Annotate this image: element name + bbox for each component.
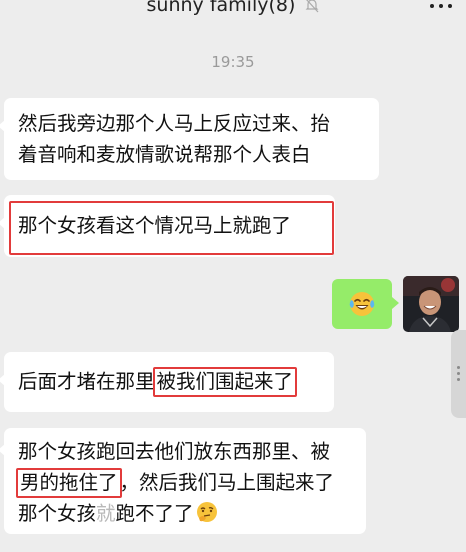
- tears-of-joy-emoji: [349, 292, 375, 316]
- avatar[interactable]: [403, 276, 459, 332]
- blurred-text: 就: [96, 502, 116, 525]
- message-text: 那个女孩: [18, 502, 97, 525]
- highlighted-text: 男的拖住了: [16, 468, 122, 498]
- chat-header: sunny family(8): [0, 0, 466, 34]
- message-text: ，然后我们马上围起来了: [119, 471, 335, 494]
- more-dots-icon[interactable]: [430, 0, 452, 12]
- chat-title: sunny family(8): [0, 0, 466, 16]
- chat-title-text: sunny family(8): [146, 0, 296, 16]
- thinking-face-emoji: [196, 502, 217, 522]
- bell-off-icon: [306, 0, 319, 12]
- message-bubble-received[interactable]: 那个女孩跑回去他们放东西那里、被 男的拖住了 ，然后我们马上围起来了 那个女孩就跑…: [0, 428, 366, 534]
- scrollbar-handle[interactable]: [451, 330, 466, 418]
- message-line: 男的拖住了 ，然后我们马上围起来了: [16, 467, 352, 498]
- message-text: 跑不了了: [115, 502, 194, 525]
- message-bubble-received[interactable]: 然后我旁边那个人马上反应过来、抬 着音响和麦放情歌说帮那个人表白: [0, 98, 379, 180]
- message-line: 着音响和麦放情歌说帮那个人表白: [18, 143, 311, 166]
- avatar-photo: [403, 276, 459, 332]
- highlighted-text: 被我们围起来了: [152, 367, 298, 397]
- message-bubble-sent[interactable]: [332, 279, 399, 329]
- message-line: 那个女孩就跑不了了: [18, 498, 352, 529]
- highlight-box: [9, 201, 334, 255]
- message-text: 后面才堵在那里: [18, 370, 155, 393]
- message-bubble-received[interactable]: 后面才堵在那里 被我们围起来了: [0, 352, 334, 412]
- message-timestamp: 19:35: [211, 53, 255, 71]
- message-line: 那个女孩跑回去他们放东西那里、被: [18, 440, 331, 463]
- message-line: 然后我旁边那个人马上反应过来、抬: [18, 112, 331, 135]
